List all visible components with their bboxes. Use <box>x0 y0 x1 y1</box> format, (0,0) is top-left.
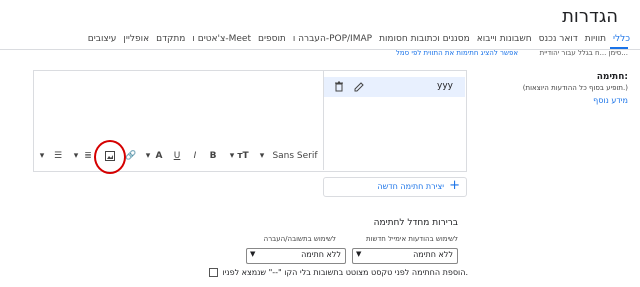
annotation-circle <box>94 140 126 174</box>
insert-before-quote-label: הוספת החתימה לפני טקסט מצוטט בתשובות בלי… <box>222 268 468 277</box>
tab-general[interactable]: כללי <box>613 34 630 44</box>
link-icon[interactable]: 🔗 <box>124 147 138 165</box>
tab-filters[interactable]: מסננים וכתובות חסומות <box>379 34 470 44</box>
text-color-caret-icon[interactable]: ▾ <box>144 147 152 165</box>
settings-tabs: כללי תוויות דואר נכנס חשבונות וייבוא מסנ… <box>88 34 630 44</box>
insert-before-quote-row: הוספת החתימה לפני טקסט מצוטט בתשובות בלי… <box>209 268 468 277</box>
dropdown-caret-icon: ▼ <box>250 250 256 258</box>
indent-icon[interactable]: ≣ <box>82 147 94 165</box>
trash-icon[interactable] <box>334 81 344 92</box>
font-selector[interactable]: Sans Serif <box>270 147 320 165</box>
learn-more-link[interactable]: מידע נוסף <box>593 96 628 105</box>
plus-icon: + <box>449 178 460 193</box>
create-signature-button[interactable]: + יצירת חתימה חדשה <box>323 177 467 197</box>
italic-icon[interactable]: I <box>190 147 200 165</box>
signature-name: yyy <box>437 81 453 91</box>
dropdown-caret-icon: ▼ <box>356 250 362 258</box>
signature-description: (תופיע בסוף כל ההודעות היוצאות.) <box>522 84 628 92</box>
bold-icon[interactable]: B <box>208 147 218 165</box>
partial-setting-text: אפשר להציג חתימות את התווית לפי סמל <box>395 49 518 57</box>
reply-signature-select[interactable]: ללא חתימה ▼ <box>246 248 346 264</box>
tab-themes[interactable]: עיצובים <box>88 34 117 44</box>
tab-chat-meet[interactable]: צ'אטים ו-Meet <box>192 34 251 44</box>
page-title: הגדרות <box>562 6 618 27</box>
text-size-icon[interactable]: тT <box>236 147 250 165</box>
tab-accounts[interactable]: חשבונות וייבוא <box>477 34 532 44</box>
font-caret-icon[interactable]: ▾ <box>258 147 266 165</box>
signature-defaults-title: ברירות מחדל לחתימה <box>373 218 458 228</box>
text-size-caret-icon[interactable]: ▾ <box>228 147 236 165</box>
tab-labels[interactable]: תוויות <box>585 34 606 44</box>
new-emails-label: לשימוש בהודעות אימייל חדשות <box>365 235 458 243</box>
list-dropdown-caret-icon[interactable]: ▾ <box>72 147 80 165</box>
signature-list-item[interactable]: yyy <box>324 77 465 97</box>
tab-inbox[interactable]: דואר נכנס <box>539 34 578 44</box>
pencil-icon[interactable] <box>354 81 364 92</box>
underline-icon[interactable]: U <box>172 147 182 165</box>
reply-forward-label: לשימוש בתשובה/העברה <box>263 235 336 243</box>
insert-before-quote-checkbox[interactable] <box>209 268 219 277</box>
new-emails-signature-select[interactable]: ללא חתימה ▼ <box>352 248 458 264</box>
tab-addons[interactable]: תוספים <box>258 34 286 44</box>
partial-setting-label: סימן ...ח בגלל עבור יהודיית... <box>539 49 628 57</box>
formatting-toolbar: ▾ ☰ ▾ ≣ 🔗 ▾ A U I B ▾ тT ▾ Sans Serif <box>38 147 320 165</box>
tab-advanced[interactable]: מתקדם <box>156 34 185 44</box>
signature-label: חתימה: <box>596 72 628 82</box>
tab-forwarding[interactable]: העברה ו-POP/IMAP <box>293 34 372 44</box>
tab-offline[interactable]: אופליין <box>123 34 149 44</box>
more-options-caret-icon[interactable]: ▾ <box>38 147 46 165</box>
text-color-icon[interactable]: A <box>154 147 164 165</box>
bulleted-list-icon[interactable]: ☰ <box>52 147 64 165</box>
